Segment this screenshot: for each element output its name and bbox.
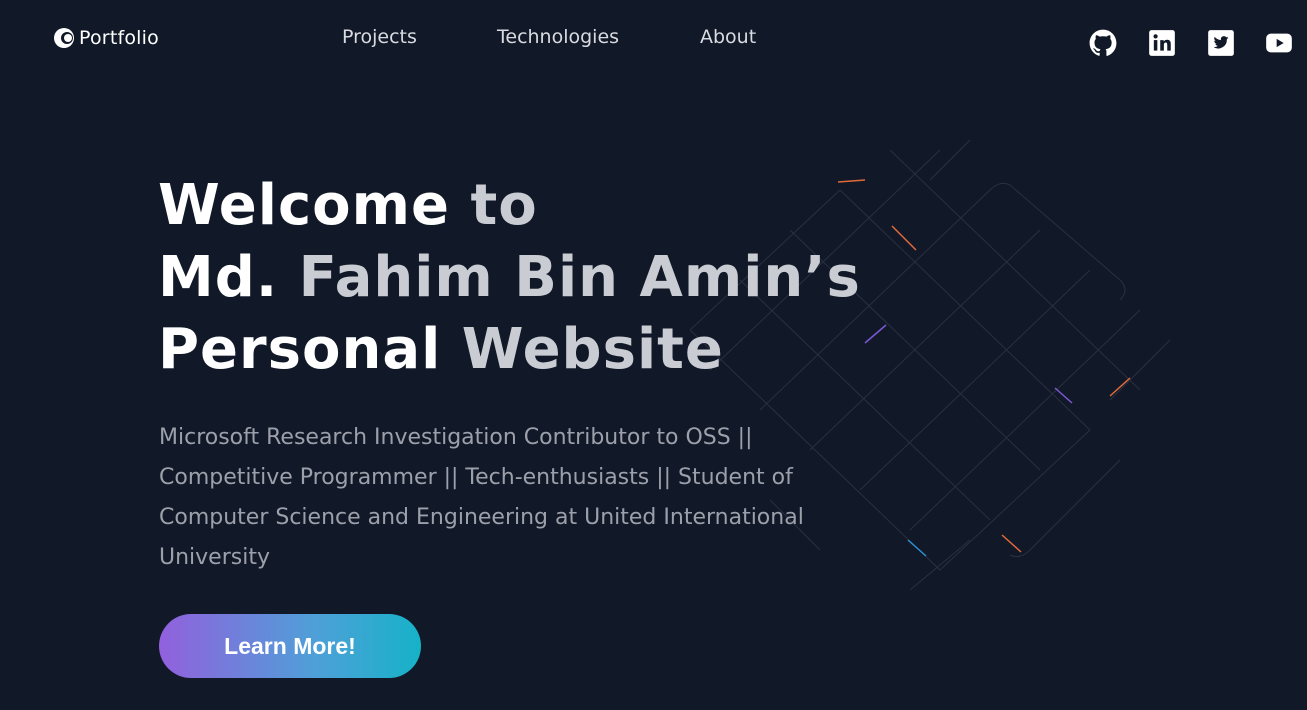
logo-text: Portfolio: [79, 27, 159, 49]
github-icon[interactable]: [1089, 29, 1117, 57]
hero-title-line-3: Personal Website: [158, 314, 858, 386]
hero-title-line-1: Welcome to: [158, 170, 858, 242]
hero-title-line-2: Md. Fahim Bin Amin’s: [158, 242, 861, 314]
hero-title-part: Website: [441, 317, 724, 382]
nav-link-projects[interactable]: Projects: [342, 24, 417, 50]
youtube-icon[interactable]: [1265, 29, 1293, 57]
hero-title: Welcome to Md. Fahim Bin Amin’s Personal…: [158, 170, 861, 386]
logo-icon: [53, 27, 75, 49]
hero-title-part: to: [449, 173, 538, 238]
learn-more-button[interactable]: Learn More!: [159, 614, 421, 678]
logo[interactable]: Portfolio: [53, 24, 159, 52]
hero-title-part: Md.: [158, 245, 279, 310]
nav-link-technologies[interactable]: Technologies: [497, 24, 619, 50]
linkedin-icon[interactable]: [1148, 29, 1176, 57]
hero-title-part: Welcome: [158, 173, 450, 238]
hero-description: Microsoft Research Investigation Contrib…: [159, 425, 804, 570]
nav-link-about[interactable]: About: [700, 24, 756, 50]
hero-title-part: Personal: [158, 317, 442, 382]
twitter-icon[interactable]: [1207, 29, 1235, 57]
hero-title-part: Fahim Bin Amin’s: [278, 245, 861, 310]
